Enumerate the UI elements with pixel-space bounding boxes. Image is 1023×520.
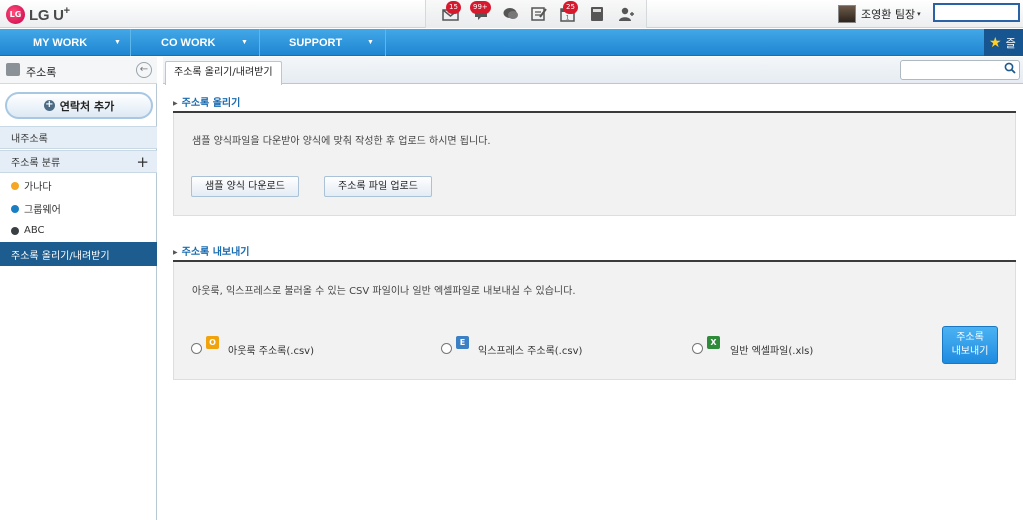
- excel-radio[interactable]: [692, 343, 703, 354]
- memo-icon[interactable]: [530, 6, 548, 22]
- add-category-icon[interactable]: +: [136, 153, 149, 171]
- calendar-badge: 25: [563, 1, 578, 14]
- sidebar-title: 주소록: [26, 66, 57, 79]
- upload-title-text: 주소록 올리기: [181, 98, 241, 109]
- sidebar-header: 주소록 ←: [0, 57, 157, 84]
- avatar: [838, 5, 856, 23]
- chat-icon[interactable]: [502, 6, 520, 22]
- export-section-title: ▶ 주소록 내보내기: [173, 243, 250, 258]
- export-description: 아웃룩, 익스프레스로 불러올 수 있는 CSV 파일이나 일반 엑셀파일로 내…: [192, 286, 576, 297]
- sidebar-category-header: 주소록 분류 +: [0, 150, 157, 173]
- calendar-icon[interactable]: 1 25: [559, 1, 578, 22]
- favorites-button[interactable]: ★ 즐: [984, 29, 1023, 56]
- collapse-sidebar-icon[interactable]: ←: [136, 62, 152, 78]
- tab-strip: 주소록 올리기/내려받기: [163, 57, 1023, 85]
- download-sample-button[interactable]: 샘플 양식 다운로드: [191, 176, 299, 197]
- express-radio[interactable]: [441, 343, 452, 354]
- calculator-icon[interactable]: [588, 6, 606, 22]
- upload-description: 샘플 양식파일을 다운받아 양식에 맞춰 작성한 후 업로드 하시면 됩니다.: [192, 136, 491, 147]
- add-contact-button[interactable]: + 연락처 추가: [5, 92, 153, 119]
- mail-icon[interactable]: 15: [442, 1, 461, 22]
- express-icon: E: [456, 336, 469, 349]
- nav-support[interactable]: SUPPORT ▼: [260, 29, 386, 56]
- logo-mark: LG: [6, 4, 25, 24]
- excel-option-label[interactable]: 일반 엑셀파일(.xls): [730, 342, 813, 357]
- address-book-icon: [6, 63, 20, 76]
- user-menu[interactable]: 조영환 팀장 ▾: [838, 3, 921, 25]
- sidebar-item-label: 주소록 분류: [11, 158, 61, 169]
- quick-icon-bar: 15 99+ 1 25: [425, 0, 647, 28]
- main-content: 주소록 올리기/내려받기 ▶ 주소록 올리기 샘플 양식파일을 다운받아 양식에 …: [163, 57, 1023, 520]
- export-button-line1: 주소록: [956, 332, 984, 343]
- chevron-down-icon: ▼: [367, 39, 374, 46]
- category-label: ABC: [24, 225, 45, 236]
- sidebar-category-item[interactable]: 그룹웨어: [0, 197, 157, 220]
- sidebar-item-label: 주소록 올리기/내려받기: [11, 250, 110, 262]
- logo-text: LG U: [29, 6, 64, 24]
- excel-icon: X: [707, 336, 720, 349]
- nav-support-label: SUPPORT: [289, 36, 343, 49]
- nav-co-work-label: CO WORK: [161, 36, 216, 49]
- export-button[interactable]: 주소록 내보내기: [942, 326, 998, 364]
- user-caret-icon: ▾: [917, 10, 921, 18]
- favorites-label: 즐: [1005, 36, 1016, 50]
- sidebar-item-label: 내주소록: [11, 134, 48, 145]
- outlook-icon: O: [206, 336, 219, 349]
- add-person-icon[interactable]: [617, 6, 635, 22]
- bullet-icon: ▶: [173, 249, 178, 256]
- export-button-line2: 내보내기: [951, 346, 989, 357]
- notification-icon[interactable]: 99+: [470, 1, 491, 22]
- nav-my-work-label: MY WORK: [33, 36, 88, 49]
- category-label: 가나다: [24, 182, 52, 193]
- star-icon: ★: [989, 34, 1002, 51]
- plus-icon: +: [43, 99, 55, 111]
- outlook-radio[interactable]: [191, 343, 202, 354]
- category-dot-icon: [11, 204, 19, 213]
- sidebar-category-item[interactable]: ABC: [0, 219, 157, 242]
- add-contact-label: 연락처 추가: [59, 99, 115, 113]
- category-dot-icon: [11, 226, 19, 235]
- main-nav: MY WORK ▼ CO WORK ▼ SUPPORT ▼ ★ 즐: [0, 29, 1023, 56]
- global-search-input[interactable]: [933, 3, 1020, 22]
- sidebar-item-my-contacts[interactable]: 내주소록: [0, 126, 157, 149]
- chevron-down-icon: ▼: [241, 39, 248, 46]
- svg-text:1: 1: [566, 15, 570, 22]
- category-label: 그룹웨어: [24, 205, 61, 216]
- notification-badge: 99+: [470, 1, 491, 14]
- search-icon[interactable]: [1004, 62, 1016, 77]
- logo-sup: +: [63, 4, 70, 17]
- lg-uplus-logo[interactable]: LG LG U+: [6, 3, 70, 25]
- tab-import-export[interactable]: 주소록 올리기/내려받기: [165, 61, 282, 85]
- nav-my-work[interactable]: MY WORK ▼: [0, 29, 131, 56]
- top-bar: LG LG U+ 15 99+ 1 25 조영환 팀장 ▾: [0, 0, 1023, 28]
- upload-panel: 샘플 양식파일을 다운받아 양식에 맞춰 작성한 후 업로드 하시면 됩니다. …: [173, 113, 1016, 216]
- user-name: 조영환 팀장: [861, 8, 916, 21]
- sidebar-category-item[interactable]: 가나다: [0, 174, 157, 197]
- export-panel: 아웃룩, 익스프레스로 불러올 수 있는 CSV 파일이나 일반 엑셀파일로 내…: [173, 262, 1016, 380]
- upload-section-title: ▶ 주소록 올리기: [173, 94, 240, 109]
- sidebar-item-import-export[interactable]: 주소록 올리기/내려받기: [0, 242, 157, 266]
- chevron-down-icon: ▼: [114, 39, 121, 46]
- nav-co-work[interactable]: CO WORK ▼: [131, 29, 260, 56]
- category-dot-icon: [11, 181, 19, 190]
- upload-file-button[interactable]: 주소록 파일 업로드: [324, 176, 432, 197]
- express-option-label[interactable]: 익스프레스 주소록(.csv): [478, 342, 582, 357]
- sidebar: 주소록 ← + 연락처 추가 내주소록 주소록 분류 + 가나다 그룹웨어 AB…: [0, 57, 157, 520]
- outlook-option-label[interactable]: 아웃룩 주소록(.csv): [228, 342, 314, 357]
- export-title-text: 주소록 내보내기: [181, 247, 250, 258]
- bullet-icon: ▶: [173, 100, 178, 107]
- mail-badge: 15: [446, 1, 461, 14]
- search-input[interactable]: [900, 60, 1020, 80]
